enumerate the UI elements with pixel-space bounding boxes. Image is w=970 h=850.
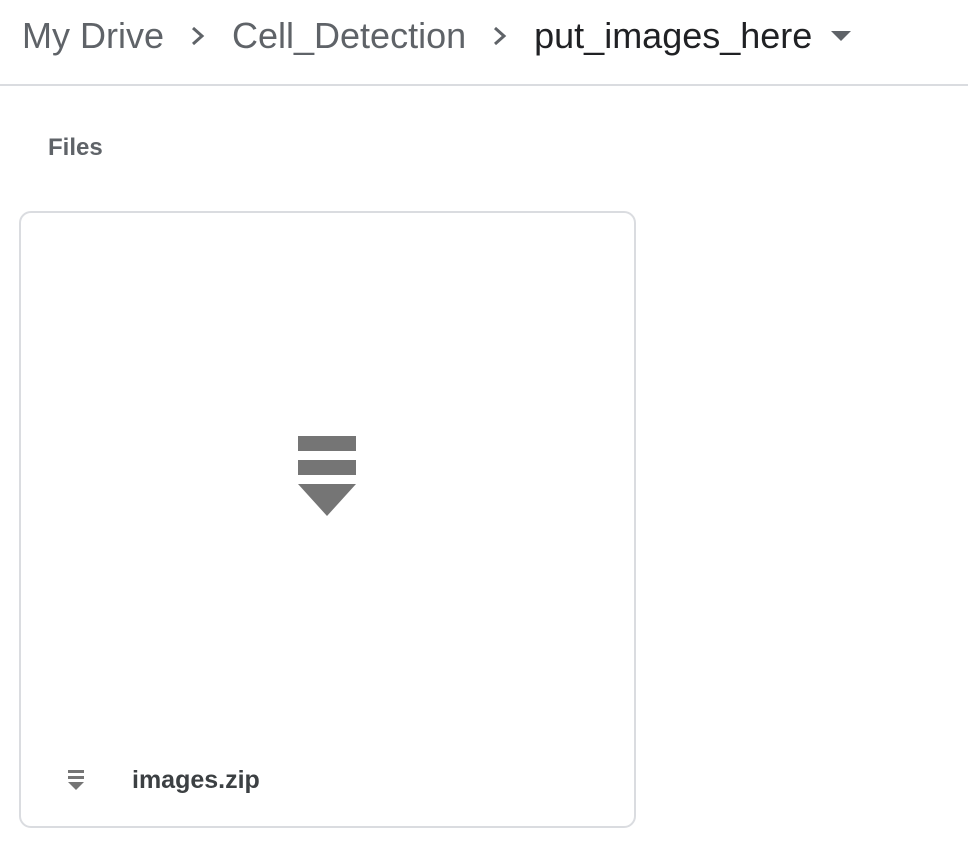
file-card-footer: images.zip bbox=[21, 753, 634, 807]
archive-zip-icon bbox=[68, 770, 84, 790]
file-card-images-zip[interactable]: images.zip bbox=[19, 211, 636, 828]
breadcrumb-cell-detection[interactable]: Cell_Detection bbox=[232, 10, 466, 62]
file-name: images.zip bbox=[132, 766, 260, 794]
top-bar: My Drive Cell_Detection put_images_here bbox=[0, 0, 968, 86]
breadcrumb: My Drive Cell_Detection put_images_here bbox=[22, 10, 870, 62]
caret-down-icon[interactable] bbox=[812, 10, 870, 62]
chevron-right-icon bbox=[466, 10, 534, 62]
breadcrumb-put-images-here[interactable]: put_images_here bbox=[534, 10, 812, 62]
archive-zip-icon bbox=[298, 436, 356, 518]
files-section-label: Files bbox=[48, 134, 103, 161]
chevron-right-icon bbox=[164, 10, 232, 62]
breadcrumb-my-drive[interactable]: My Drive bbox=[22, 10, 164, 62]
